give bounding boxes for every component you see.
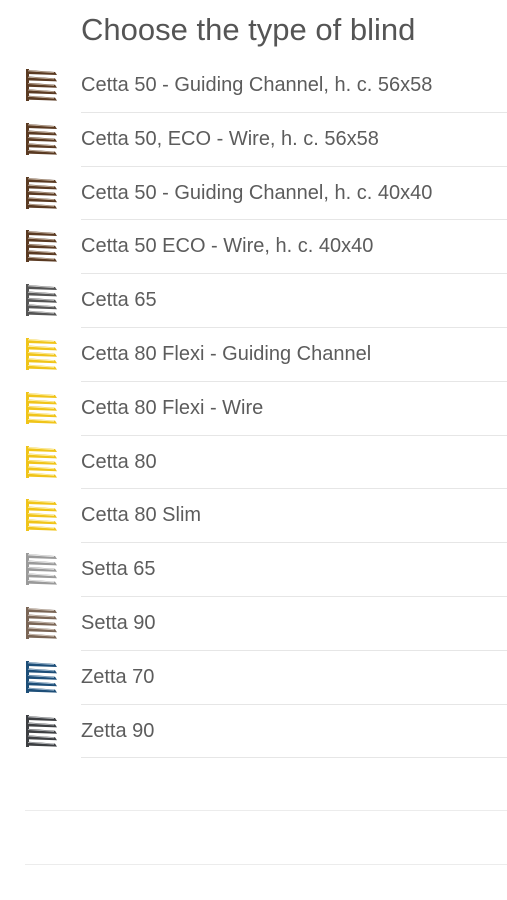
silver-blind-icon bbox=[25, 552, 59, 586]
taupe-blind-icon bbox=[25, 606, 59, 640]
blind-type-row[interactable]: Zetta 90 bbox=[0, 705, 507, 759]
blind-type-label: Setta 90 bbox=[81, 611, 156, 634]
blind-type-label: Cetta 80 bbox=[81, 450, 157, 473]
blind-type-label: Cetta 50, ECO - Wire, h. c. 56x58 bbox=[81, 127, 379, 150]
yellow-blind-icon bbox=[25, 391, 59, 425]
blind-type-row[interactable]: Cetta 80 Flexi - Wire bbox=[0, 382, 507, 436]
blind-type-label: Cetta 80 Slim bbox=[81, 504, 202, 527]
blind-type-label: Cetta 65 bbox=[81, 289, 157, 312]
yellow-blind-icon bbox=[25, 445, 59, 479]
blind-type-row[interactable]: Cetta 50 - Guiding Channel, h. c. 40x40 bbox=[0, 167, 507, 221]
blind-type-label: Cetta 80 Flexi - Wire bbox=[81, 396, 264, 419]
brown-blind-icon bbox=[25, 176, 59, 210]
blind-type-label: Zetta 90 bbox=[81, 719, 155, 742]
blind-type-row[interactable]: Setta 65 bbox=[0, 543, 507, 597]
blue-blind-icon bbox=[25, 660, 59, 694]
page-title: Choose the type of blind bbox=[81, 12, 416, 47]
blind-type-label: Setta 65 bbox=[81, 558, 156, 581]
blind-type-label: Cetta 50 ECO - Wire, h. c. 40x40 bbox=[81, 235, 374, 258]
empty-row-separator bbox=[25, 864, 507, 865]
blind-type-row[interactable]: Cetta 80 Flexi - Guiding Channel bbox=[0, 328, 507, 382]
gray-blind-icon bbox=[25, 283, 59, 317]
row-separator bbox=[81, 757, 507, 759]
blind-type-row[interactable]: Cetta 80 bbox=[0, 436, 507, 490]
blind-type-row[interactable]: Setta 90 bbox=[0, 597, 507, 651]
brown-blind-icon bbox=[25, 229, 59, 263]
dark-gray-blind-icon bbox=[25, 714, 59, 748]
blind-type-label: Cetta 50 - Guiding Channel, h. c. 56x58 bbox=[81, 74, 433, 96]
blind-type-label: Cetta 80 Flexi - Guiding Channel bbox=[81, 342, 372, 365]
blind-type-label: Zetta 70 bbox=[81, 665, 155, 688]
blind-type-row[interactable]: Zetta 70 bbox=[0, 651, 507, 705]
blind-type-row[interactable]: Cetta 50, ECO - Wire, h. c. 56x58 bbox=[0, 113, 507, 167]
yellow-blind-icon bbox=[25, 498, 59, 532]
blind-type-list: Cetta 50 - Guiding Channel, h. c. 56x58 C… bbox=[0, 59, 507, 759]
yellow-blind-icon bbox=[25, 337, 59, 371]
blind-type-label: Cetta 50 - Guiding Channel, h. c. 40x40 bbox=[81, 181, 433, 204]
blind-type-row[interactable]: Cetta 80 Slim bbox=[0, 489, 507, 544]
blind-type-row[interactable]: Cetta 65 bbox=[0, 274, 507, 328]
blind-type-row[interactable]: Cetta 50 - Guiding Channel, h. c. 56x58 bbox=[0, 59, 507, 113]
brown-blind-icon bbox=[25, 122, 59, 156]
empty-row-separator bbox=[25, 810, 507, 811]
blind-type-row[interactable]: Cetta 50 ECO - Wire, h. c. 40x40 bbox=[0, 220, 507, 275]
brown-blind-icon bbox=[25, 68, 59, 102]
